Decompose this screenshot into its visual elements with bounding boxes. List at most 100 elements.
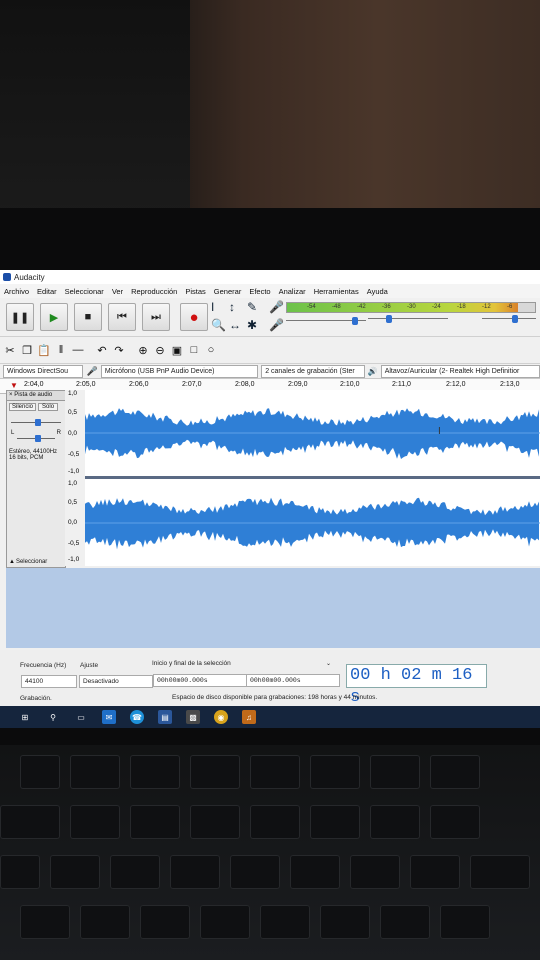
- envelope-tool-icon[interactable]: ↕: [229, 300, 235, 314]
- meter-scale-label: -42: [357, 304, 366, 310]
- zoom-out-icon[interactable]: ⊖: [153, 343, 167, 357]
- task-view-icon[interactable]: ▭: [74, 710, 88, 724]
- skype-icon[interactable]: ☎: [130, 710, 144, 724]
- microphone-icon[interactable]: 🎤: [269, 300, 284, 314]
- channels-dropdown[interactable]: 2 canales de grabación (Ster: [261, 364, 365, 378]
- windows-start-icon[interactable]: ⊞: [18, 710, 32, 724]
- selection-tool-icon[interactable]: I: [211, 300, 214, 314]
- select-track-button[interactable]: ▲ Seleccionar: [9, 559, 47, 565]
- keyboard-key: [430, 755, 480, 789]
- silence-icon[interactable]: —: [71, 343, 85, 357]
- pan-thumb[interactable]: [35, 435, 41, 442]
- menu-generar[interactable]: Generar: [210, 287, 246, 296]
- menu-reproduccion[interactable]: Reproducción: [127, 287, 181, 296]
- output-slider[interactable]: [368, 315, 448, 323]
- zoom-tool-icon[interactable]: 🔍: [211, 318, 226, 332]
- meter-scale-label: -18: [457, 304, 466, 310]
- menu-archivo[interactable]: Archivo: [0, 287, 33, 296]
- snap-dropdown[interactable]: Desactivado: [79, 675, 153, 688]
- search-icon[interactable]: ⚲: [46, 710, 60, 724]
- waveform-right-channel[interactable]: [85, 479, 540, 566]
- menu-ver[interactable]: Ver: [108, 287, 127, 296]
- selection-end-field[interactable]: 00h00m00.000s: [246, 674, 340, 687]
- keyboard-key: [250, 805, 300, 839]
- close-track-icon[interactable]: ×: [9, 392, 13, 398]
- keyboard-key: [370, 755, 420, 789]
- audio-host-dropdown[interactable]: Windows DirectSou: [3, 364, 83, 378]
- menu-herramientas[interactable]: Herramientas: [310, 287, 363, 296]
- rate-dropdown[interactable]: 44100: [21, 675, 77, 688]
- selection-mode-chevron-icon[interactable]: ⌄: [326, 660, 331, 667]
- keyboard-key: [70, 805, 120, 839]
- keyboard-key: [290, 855, 340, 889]
- pan-slider[interactable]: L R: [11, 430, 61, 443]
- menu-seleccionar[interactable]: Seleccionar: [61, 287, 108, 296]
- scale-label: -1,0: [68, 556, 80, 563]
- track-name[interactable]: Pista de audio: [14, 392, 52, 398]
- status-state: Grabación.: [20, 695, 52, 702]
- audacity-taskbar-icon[interactable]: ♫: [242, 710, 256, 724]
- cut-icon[interactable]: ✂: [3, 343, 17, 357]
- record-meter[interactable]: -54 -48 -42 -36 -30 -24 -18 -12 -6: [286, 302, 536, 313]
- outlook-icon[interactable]: ✉: [102, 710, 116, 724]
- play-button[interactable]: ▶: [40, 303, 68, 331]
- play-speed-slider[interactable]: [482, 315, 536, 323]
- redo-icon[interactable]: ↷: [112, 343, 126, 357]
- menu-editar[interactable]: Editar: [33, 287, 61, 296]
- record-button[interactable]: ●: [180, 303, 208, 331]
- stop-button[interactable]: ■: [74, 303, 102, 331]
- menu-analizar[interactable]: Analizar: [275, 287, 310, 296]
- paste-icon[interactable]: 📋: [37, 343, 51, 357]
- pause-button[interactable]: ❚❚: [6, 303, 34, 331]
- solo-button[interactable]: Solo: [38, 403, 59, 411]
- selection-start-field[interactable]: 00h00m00.000s: [153, 674, 247, 687]
- zoom-toggle-icon[interactable]: ○: [204, 343, 218, 357]
- fit-selection-icon[interactable]: ▣: [170, 343, 184, 357]
- scale-label: 0,0: [68, 430, 78, 437]
- copy-icon[interactable]: ❐: [20, 343, 34, 357]
- keyboard-key: [80, 905, 130, 939]
- input-volume-thumb[interactable]: [352, 317, 358, 325]
- keyboard-key: [20, 755, 60, 789]
- word-icon[interactable]: ▤: [158, 710, 172, 724]
- trim-icon[interactable]: ‖: [54, 343, 68, 357]
- timeline-tick: 2:12,0: [446, 381, 466, 388]
- fit-project-icon[interactable]: □: [187, 343, 201, 357]
- mute-button[interactable]: Silencio: [9, 403, 37, 411]
- keyboard-key: [0, 805, 60, 839]
- multi-tool-icon[interactable]: ✱: [247, 318, 257, 332]
- keyboard-key: [110, 855, 160, 889]
- undo-icon[interactable]: ↶: [95, 343, 109, 357]
- zoom-in-icon[interactable]: ⊕: [136, 343, 150, 357]
- timeshift-tool-icon[interactable]: ↔: [229, 318, 241, 332]
- input-volume-slider[interactable]: [286, 317, 366, 325]
- gain-thumb[interactable]: [35, 419, 41, 426]
- play-icon: ▶: [49, 311, 59, 324]
- background-dark-area: [0, 0, 190, 215]
- keyboard-key: [410, 855, 460, 889]
- audio-position-display[interactable]: 00 h 02 m 16 s: [346, 664, 487, 707]
- menu-ayuda[interactable]: Ayuda: [363, 287, 392, 296]
- skip-end-button[interactable]: ⏭: [142, 303, 170, 331]
- empty-track-area[interactable]: [6, 568, 540, 648]
- keyboard-key: [320, 905, 370, 939]
- waveform-left-channel[interactable]: I: [85, 390, 540, 476]
- output-thumb[interactable]: [386, 315, 392, 323]
- menu-efecto[interactable]: Efecto: [245, 287, 274, 296]
- play-speed-thumb[interactable]: [512, 315, 518, 323]
- microphone-device-icon: 🎤: [86, 365, 98, 376]
- draw-tool-icon[interactable]: ✎: [247, 300, 257, 314]
- status-disk-space: Espacio de disco disponible para grabaci…: [172, 694, 378, 701]
- chrome-icon[interactable]: ◉: [214, 710, 228, 724]
- output-device-dropdown[interactable]: Altavoz/Auricular (2- Realtek High Defin…: [380, 364, 540, 378]
- audacity-window: Audacity Archivo Editar Seleccionar Ver …: [0, 270, 540, 728]
- gain-slider[interactable]: [11, 417, 61, 429]
- keyboard-key: [130, 805, 180, 839]
- meter-toolbar: -54 -48 -42 -36 -30 -24 -18 -12 -6: [286, 302, 536, 332]
- skip-start-button[interactable]: ⏮: [108, 303, 136, 331]
- explorer-icon[interactable]: ▩: [186, 710, 200, 724]
- input-device-dropdown[interactable]: Micrófono (USB PnP Audio Device): [100, 364, 259, 378]
- playhead-marker-icon[interactable]: ▼: [10, 381, 18, 390]
- track-area: × Pista de audio Silencio Solo L R Estér…: [0, 390, 540, 568]
- menu-pistas[interactable]: Pistas: [181, 287, 209, 296]
